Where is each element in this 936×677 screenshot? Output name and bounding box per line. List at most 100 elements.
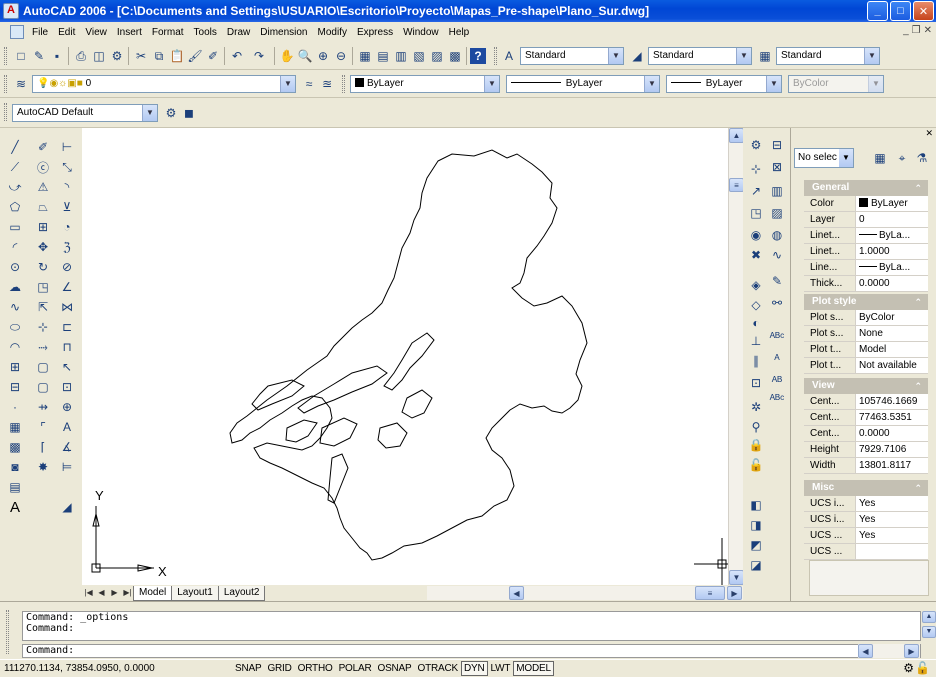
layer-manager-icon[interactable]: ≋ bbox=[12, 75, 30, 93]
cut-icon[interactable]: ✂ bbox=[132, 47, 150, 65]
property-row[interactable]: Cent... 105746.1669 bbox=[804, 394, 928, 410]
chevron-down-icon[interactable]: ▼ bbox=[280, 76, 295, 92]
workspace-save-icon[interactable]: ◼ bbox=[180, 104, 198, 122]
view-icon[interactable]: ⊟ bbox=[768, 136, 786, 154]
stretch-icon[interactable]: ⇱ bbox=[34, 298, 52, 316]
insert-block-icon[interactable]: ⊞ bbox=[6, 358, 24, 376]
draw-order-front-icon[interactable]: ◧ bbox=[747, 496, 765, 514]
scroll-right-icon[interactable]: ▶ bbox=[727, 586, 742, 600]
workspace-combo[interactable]: AutoCAD Default ▼ bbox=[12, 104, 158, 122]
pan-icon[interactable]: ✋ bbox=[278, 47, 296, 65]
chevron-up-icon[interactable]: ⌃ bbox=[914, 294, 922, 310]
revision-cloud-icon[interactable]: ☁ bbox=[6, 278, 24, 296]
hatch-icon[interactable]: ▦ bbox=[6, 418, 24, 436]
property-row[interactable]: Cent... 77463.5351 bbox=[804, 410, 928, 426]
property-row[interactable]: Thick... 0.0000 bbox=[804, 276, 928, 292]
dimension-edit-icon[interactable]: A bbox=[58, 418, 76, 436]
erase-icon[interactable]: ✐ bbox=[34, 138, 52, 156]
edit-text-icon[interactable]: ✎ bbox=[768, 272, 786, 290]
render-icon[interactable]: ◍ bbox=[768, 226, 786, 244]
property-value[interactable]: 13801.8117 bbox=[856, 458, 928, 473]
chevron-up-icon[interactable]: ⌃ bbox=[914, 480, 922, 496]
palette-titlebar[interactable]: ✕ bbox=[791, 128, 936, 142]
table-icon[interactable]: ▤ bbox=[6, 478, 24, 496]
status-toggle-osnap[interactable]: OSNAP bbox=[374, 661, 414, 676]
command-window-grip[interactable] bbox=[6, 610, 9, 654]
status-toggle-dyn[interactable]: DYN bbox=[460, 661, 488, 676]
prev-tab-icon[interactable]: ◀ bbox=[95, 586, 108, 600]
status-toggle-otrack[interactable]: OTRACK bbox=[415, 661, 461, 676]
chevron-down-icon[interactable]: ▼ bbox=[142, 105, 157, 121]
scroll-thumb[interactable]: ≡ bbox=[729, 178, 744, 192]
move-icon[interactable]: ✥ bbox=[34, 238, 52, 256]
property-value[interactable]: 1.0000 bbox=[856, 244, 928, 259]
new-icon[interactable]: □ bbox=[12, 47, 30, 65]
menu-draw[interactable]: Draw bbox=[222, 27, 255, 38]
explode-icon[interactable]: ✸ bbox=[34, 458, 52, 476]
plot-preview-icon[interactable]: ◫ bbox=[90, 47, 108, 65]
status-toggle-polar[interactable]: POLAR bbox=[336, 661, 375, 676]
ellipse-icon[interactable]: ⬭ bbox=[6, 318, 24, 336]
chevron-down-icon[interactable]: ▼ bbox=[864, 48, 879, 64]
status-toggle-lwt[interactable]: LWT bbox=[488, 661, 514, 676]
vertical-scrollbar[interactable]: ▲ ≡ ▼ bbox=[728, 128, 744, 585]
arc-length-icon[interactable]: ◝ bbox=[58, 178, 76, 196]
chevron-up-icon[interactable]: ⌃ bbox=[914, 180, 922, 196]
property-value[interactable]: Not available bbox=[856, 358, 928, 373]
snap-tangent-icon[interactable]: ◐ bbox=[747, 314, 765, 332]
doc-close-icon[interactable]: ✕ bbox=[924, 25, 932, 36]
undo-icon[interactable]: ↶ bbox=[228, 47, 246, 65]
property-value[interactable]: None bbox=[856, 326, 928, 341]
hscroll-thumb[interactable]: ≡ bbox=[695, 586, 725, 600]
command-hscroll[interactable]: ◀ ▶ bbox=[858, 644, 920, 658]
save-icon[interactable]: ▪ bbox=[48, 47, 66, 65]
property-value[interactable] bbox=[856, 544, 928, 559]
polygon-icon[interactable]: ⬠ bbox=[6, 198, 24, 216]
quick-dimension-icon[interactable]: ⋈ bbox=[58, 298, 76, 316]
properties-icon[interactable]: ▦ bbox=[356, 47, 374, 65]
region-icon[interactable]: ◙ bbox=[6, 458, 24, 476]
redo-icon[interactable]: ↷ bbox=[250, 47, 268, 65]
property-group-header[interactable]: Misc ⌃ bbox=[804, 480, 928, 496]
send-under-icon[interactable]: ◪ bbox=[747, 556, 765, 574]
layer-previous-icon[interactable]: ≊ bbox=[318, 75, 336, 93]
zoom-window-icon[interactable]: ⊕ bbox=[314, 47, 332, 65]
extend-icon[interactable]: ⤑ bbox=[34, 338, 52, 356]
continue-icon[interactable]: ⊓ bbox=[58, 338, 76, 356]
document-icon[interactable] bbox=[10, 25, 24, 39]
array-icon[interactable]: ⊞ bbox=[34, 218, 52, 236]
scale-icon[interactable]: ◳ bbox=[34, 278, 52, 296]
chevron-down-icon[interactable]: ▼ bbox=[484, 76, 499, 92]
tab-model[interactable]: Model bbox=[133, 585, 173, 601]
menu-file[interactable]: File bbox=[27, 27, 53, 38]
tab-layout2[interactable]: Layout2 bbox=[217, 585, 266, 601]
zoom-previous-icon[interactable]: ⊖ bbox=[332, 47, 350, 65]
draw-order-back-icon[interactable]: ◨ bbox=[747, 516, 765, 534]
ordinate-icon[interactable]: ⊻ bbox=[58, 198, 76, 216]
scroll-up-icon[interactable]: ▲ bbox=[729, 128, 744, 143]
snap-midpoint-icon[interactable]: ◉ bbox=[747, 226, 765, 244]
toolbar-grip[interactable] bbox=[4, 47, 7, 65]
snap-node-icon[interactable]: ✲ bbox=[747, 398, 765, 416]
property-value[interactable]: ByColor bbox=[856, 310, 928, 325]
property-value[interactable]: ByLa... bbox=[856, 260, 928, 275]
circle-icon[interactable]: ⊙ bbox=[6, 258, 24, 276]
status-toggle-snap[interactable]: SNAP bbox=[232, 661, 264, 676]
first-tab-icon[interactable]: |◀ bbox=[82, 586, 95, 600]
property-row[interactable]: UCS i... Yes bbox=[804, 512, 928, 528]
toolbar-grip[interactable] bbox=[4, 75, 7, 93]
doc-restore-icon[interactable]: ❐ bbox=[912, 25, 921, 36]
property-value[interactable]: Yes bbox=[856, 528, 928, 543]
linear-dimension-icon[interactable]: ⊢ bbox=[58, 138, 76, 156]
mirror-icon[interactable]: ⚠ bbox=[34, 178, 52, 196]
status-toggle-ortho[interactable]: ORTHO bbox=[295, 661, 336, 676]
chevron-down-icon[interactable]: ▼ bbox=[644, 76, 659, 92]
join-icon[interactable]: ⇸ bbox=[34, 398, 52, 416]
toolbar-grip[interactable] bbox=[342, 75, 345, 93]
property-row[interactable]: Cent... 0.0000 bbox=[804, 426, 928, 442]
dim-style-icon[interactable]: ◢ bbox=[628, 47, 646, 65]
property-value[interactable]: Yes bbox=[856, 512, 928, 527]
point-icon[interactable]: · bbox=[6, 398, 24, 416]
snap-insert-icon[interactable]: ⊡ bbox=[747, 374, 765, 392]
table-style-combo[interactable]: Standard ▼ bbox=[776, 47, 880, 65]
